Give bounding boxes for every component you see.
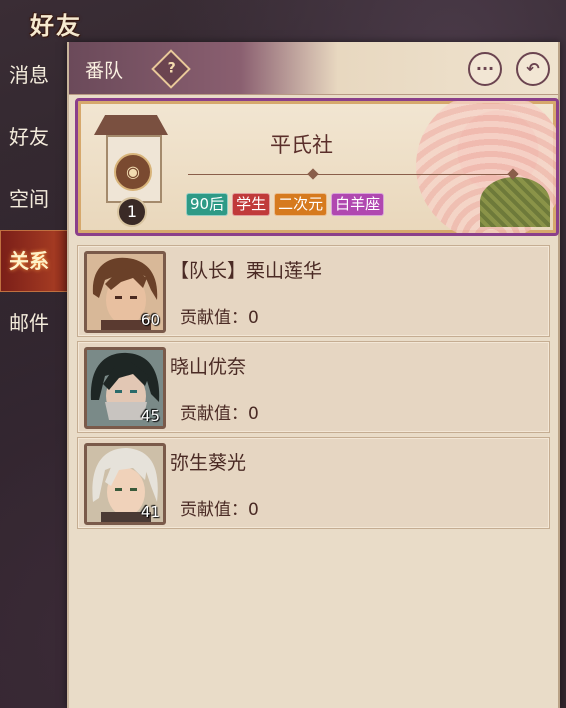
sidebar-item-label: 空间 — [9, 187, 49, 211]
member-level: 45 — [140, 407, 160, 425]
team-tag: 学生 — [232, 193, 271, 216]
member-name: 晓山优奈 — [170, 356, 247, 378]
team-tags: 90后 学生 二次元 白羊座 — [186, 193, 385, 216]
sidebar-item-relations[interactable]: 关系◆ — [0, 230, 81, 292]
help-button[interactable]: ? — [151, 49, 191, 89]
member-level: 41 — [140, 503, 160, 521]
member-level: 60 — [140, 311, 160, 329]
sidebar-item-label: 消息 — [9, 63, 49, 87]
member-avatar[interactable]: 41 — [84, 443, 166, 525]
back-arrow-icon: ↶ — [526, 59, 540, 78]
team-name: 平氏社 — [270, 133, 333, 157]
team-tag: 白羊座 — [331, 193, 385, 216]
top-bar: 好友 — [0, 0, 566, 42]
team-tag: 二次元 — [274, 193, 328, 216]
sidebar-item-friends[interactable]: 好友 — [0, 106, 68, 168]
sidebar-item-label: 关系 — [9, 249, 49, 273]
member-name: 弥生葵光 — [170, 452, 247, 474]
team-card[interactable]: ◉ 1 平氏社 90后 学生 二次元 白羊座 — [75, 98, 559, 236]
member-contribution: 贡献值：0 — [180, 308, 259, 328]
member-name: 【队长】栗山莲华 — [170, 260, 323, 282]
lantern-roof — [94, 115, 168, 135]
ellipsis-icon: ··· — [475, 59, 495, 78]
question-icon: ? — [167, 60, 176, 77]
sidebar-item-label: 邮件 — [9, 311, 49, 335]
screen-title: 好友 — [30, 11, 82, 40]
team-tag: 90后 — [186, 193, 229, 216]
divider-line — [188, 174, 518, 175]
member-contribution: 贡献值：0 — [180, 404, 259, 424]
member-row[interactable]: 41 弥生葵光 贡献值：0 — [77, 437, 550, 529]
member-contribution: 贡献值：0 — [180, 500, 259, 520]
more-options-button[interactable]: ··· — [468, 52, 502, 86]
sidebar-item-mail[interactable]: 邮件 — [0, 292, 68, 354]
sidebar-item-space[interactable]: 空间 — [0, 168, 68, 230]
sidebar: 消息 好友 空间 关系◆ 邮件 — [0, 44, 81, 354]
back-button[interactable]: ↶ — [516, 52, 550, 86]
panel-title: 番队 — [85, 60, 124, 82]
member-row[interactable]: 60 【队长】栗山莲华 贡献值：0 — [77, 245, 550, 337]
member-avatar[interactable]: 45 — [84, 347, 166, 429]
member-avatar[interactable]: 60 — [84, 251, 166, 333]
member-row[interactable]: 45 晓山优奈 贡献值：0 — [77, 341, 550, 433]
team-level-badge: 1 — [117, 197, 147, 227]
panel-header: 番队 ? ··· ↶ — [69, 42, 558, 95]
sidebar-item-messages[interactable]: 消息 — [0, 44, 68, 106]
divider-ornament — [307, 168, 319, 180]
squad-panel: 番队 ? ··· ↶ ◉ 1 平氏社 90后 学生 二次元 白羊座 60 【队长… — [67, 42, 560, 708]
pine-tree-decoration — [480, 177, 550, 227]
sidebar-item-label: 好友 — [9, 125, 49, 149]
tomoe-emblem-icon: ◉ — [114, 153, 152, 191]
